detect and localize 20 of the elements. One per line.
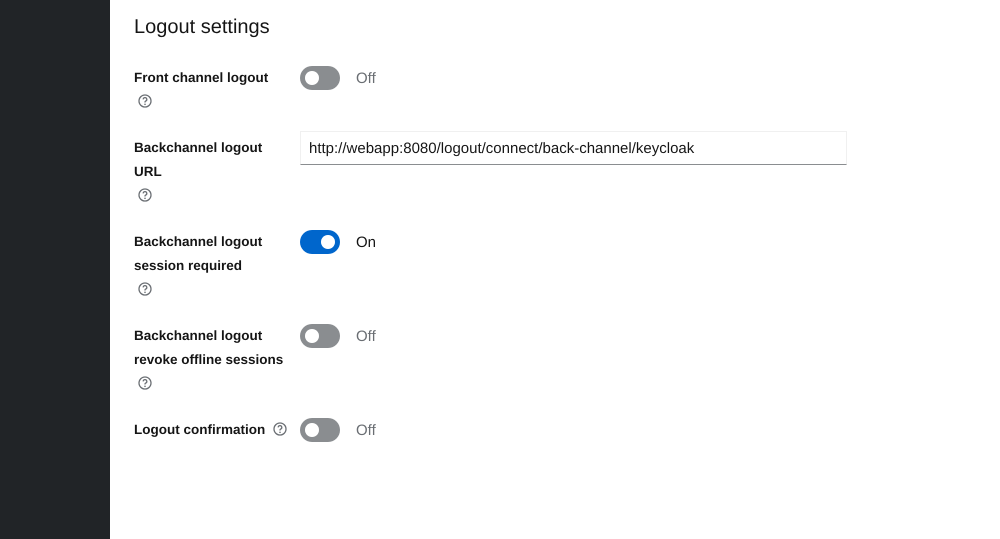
toggle-state: On <box>356 234 376 250</box>
help-icon[interactable] <box>138 376 152 390</box>
toggle-switch[interactable] <box>300 230 340 254</box>
toggle-state: Off <box>356 422 376 438</box>
field-label: Front channel logout <box>134 69 268 87</box>
help-icon[interactable] <box>138 188 152 202</box>
toggle-state: Off <box>356 70 376 86</box>
help-icon[interactable] <box>138 94 152 108</box>
field-label: Backchannel logout revoke offline sessions <box>134 327 284 369</box>
section-title: Logout settings <box>134 16 271 39</box>
field-label: Backchannel logout session required <box>134 233 264 275</box>
help-icon[interactable] <box>138 282 152 296</box>
field-label: Backchannel logout URL <box>134 139 264 181</box>
toggle-switch[interactable] <box>300 66 340 90</box>
toggle-switch[interactable] <box>300 418 340 442</box>
help-icon[interactable] <box>273 422 287 436</box>
field-label: Logout confirmation <box>134 421 266 439</box>
toggle-state: Off <box>356 328 376 344</box>
url-input-field[interactable]: http://webapp:8080/logout/connect/back-channel/keycloak <box>300 131 847 165</box>
toggle-switch[interactable] <box>300 324 340 348</box>
